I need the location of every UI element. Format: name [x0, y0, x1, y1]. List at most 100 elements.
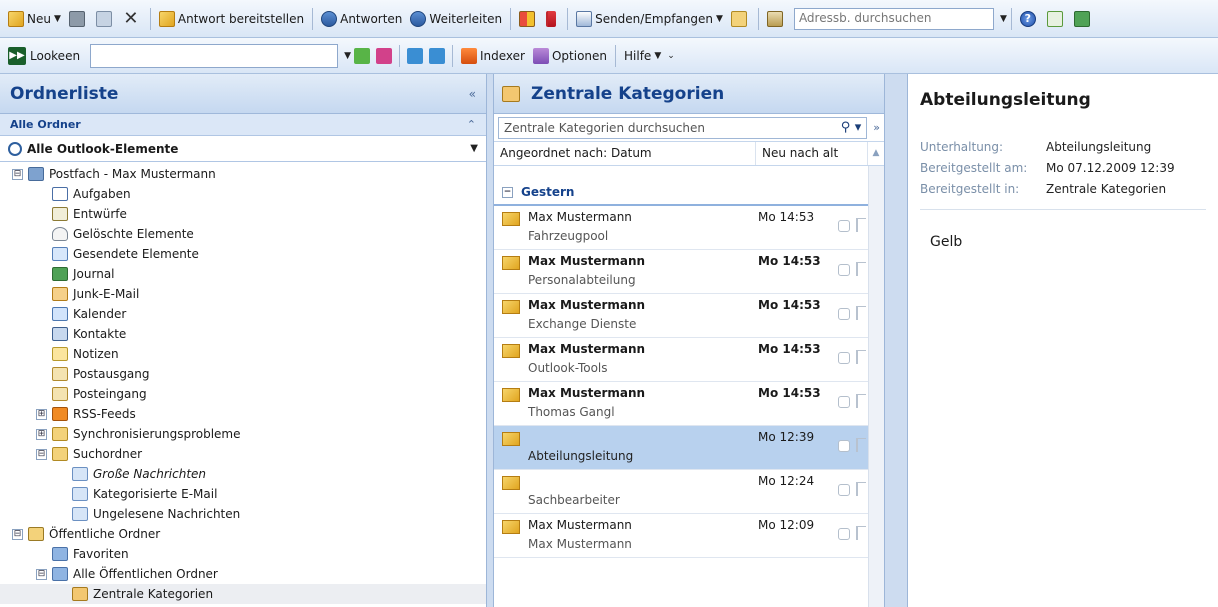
tree-item-sent[interactable]: Gesendete Elemente [0, 244, 486, 264]
address-book-button[interactable] [763, 6, 790, 32]
tree-item-categorized[interactable]: Kategorisierte E-Mail [0, 484, 486, 504]
message-row[interactable]: Max Mustermann Personalabteilung Mo 14:5… [494, 250, 868, 294]
tree-item-contacts[interactable]: Kontakte [0, 324, 486, 344]
folder-search-input[interactable]: Zentrale Kategorien durchsuchen ⚲ ▾ [498, 116, 868, 139]
vertical-scrollbar[interactable]: ▲ [868, 148, 884, 607]
message-row[interactable]: Sachbearbeiter Mo 12:24 [494, 470, 868, 514]
expand-toggle-icon[interactable]: ⊞ [36, 408, 47, 420]
delete-button[interactable]: ✕ [119, 6, 146, 32]
chevron-down-icon[interactable]: ▼ [1000, 14, 1007, 24]
search-icon[interactable]: ⚲ ▾ [841, 120, 862, 135]
notes-button[interactable] [1070, 6, 1097, 32]
flag-icon[interactable] [856, 394, 866, 408]
tree-item-favorites[interactable]: Favoriten [0, 544, 486, 564]
address-search-input[interactable]: Adressb. durchsuchen [793, 7, 994, 30]
collapse-pane-icon[interactable]: « [469, 87, 476, 101]
flag-icon[interactable] [856, 306, 866, 320]
tree-item-journal[interactable]: Journal [0, 264, 486, 284]
toolbar-separator [615, 44, 617, 67]
chevron-down-icon[interactable]: ▼ [54, 14, 61, 24]
tree-item-all-public-folders[interactable]: ⊟ Alle Öffentlichen Ordner [0, 564, 486, 584]
message-list: − Gestern Max Mustermann Fahrzeugpool Mo… [494, 166, 868, 607]
flag-icon[interactable] [856, 526, 866, 540]
collapse-toggle-icon[interactable]: ⊟ [12, 528, 23, 540]
tree-item-large-messages[interactable]: Große Nachrichten [0, 464, 486, 484]
options-button[interactable]: Optionen [529, 43, 611, 69]
lookeen-button[interactable]: ▶▶ Lookeen [4, 43, 84, 69]
category-icon[interactable] [838, 220, 850, 232]
group-header-yesterday[interactable]: − Gestern [494, 180, 868, 206]
tree-item-tasks[interactable]: Aufgaben [0, 184, 486, 204]
collapse-toggle-icon[interactable]: ⊟ [36, 448, 47, 460]
calendar-seven-icon[interactable] [428, 47, 445, 64]
collapse-toggle-icon[interactable]: − [502, 186, 513, 198]
message-row-selected[interactable]: Abteilungsleitung Mo 12:39 [494, 426, 868, 470]
calendar-one-icon[interactable] [406, 47, 423, 64]
tree-item-inbox[interactable]: Posteingang [0, 384, 486, 404]
tree-item-rss[interactable]: ⊞ RSS-Feeds [0, 404, 486, 424]
message-subject: Fahrzeugpool [528, 229, 609, 243]
categorize-button[interactable] [515, 6, 542, 32]
tree-item-outbox[interactable]: Postausgang [0, 364, 486, 384]
reply-button[interactable]: Antworten [317, 6, 406, 32]
chevron-down-icon[interactable]: ▼ [470, 143, 478, 154]
all-outlook-items-selector[interactable]: Alle Outlook-Elemente ▼ [0, 136, 486, 162]
open-folder-button[interactable] [727, 6, 754, 32]
tree-item-sync-issues[interactable]: ⊞ Synchronisierungsprobleme [0, 424, 486, 444]
flag-icon[interactable] [856, 438, 866, 452]
category-icon[interactable] [838, 308, 850, 320]
print-button[interactable] [65, 6, 92, 32]
send-receive-button[interactable]: Senden/Empfangen ▼ [572, 6, 727, 32]
pane-splitter[interactable] [885, 74, 907, 607]
new-button[interactable]: Neu ▼ [4, 6, 65, 32]
flag-icon[interactable] [856, 350, 866, 364]
tree-item-calendar[interactable]: Kalender [0, 304, 486, 324]
flag-icon[interactable] [856, 218, 866, 232]
tree-item-drafts[interactable]: Entwürfe [0, 204, 486, 224]
chevron-down-icon[interactable]: ▼ [716, 14, 723, 24]
category-icon[interactable] [838, 396, 850, 408]
tree-item-mailbox[interactable]: ⊟ Postfach - Max Mustermann [0, 164, 486, 184]
tree-item-deleted[interactable]: Gelöschte Elemente [0, 224, 486, 244]
tree-item-public-folders[interactable]: ⊟ Öffentliche Ordner [0, 524, 486, 544]
category-icon[interactable] [838, 484, 850, 496]
expand-toggle-icon[interactable]: ⊞ [36, 428, 47, 440]
follow-up-button[interactable] [542, 6, 563, 32]
chevron-down-icon[interactable]: ▼ [344, 51, 351, 61]
forward-button[interactable]: Weiterleiten [406, 6, 506, 32]
category-icon[interactable] [838, 352, 850, 364]
indexer-button[interactable]: Indexer [457, 43, 529, 69]
message-row[interactable]: Max Mustermann Fahrzeugpool Mo 14:53 [494, 206, 868, 250]
message-row[interactable]: Max Mustermann Thomas Gangl Mo 14:53 [494, 382, 868, 426]
collapse-icon[interactable]: ⌃ [467, 118, 476, 131]
all-folders-header[interactable]: Alle Ordner ⌃ [0, 114, 486, 136]
toolbar-overflow-icon[interactable]: ⌄ [667, 51, 675, 61]
message-row[interactable]: Max Mustermann Max Mustermann Mo 12:09 [494, 514, 868, 558]
tree-item-junk[interactable]: Junk-E-Mail [0, 284, 486, 304]
sort-order-header[interactable]: Neu nach alt [756, 142, 868, 165]
category-icon[interactable] [838, 440, 850, 452]
tree-item-unread[interactable]: Ungelesene Nachrichten [0, 504, 486, 524]
green-tag-icon[interactable] [353, 47, 370, 64]
expand-query-icon[interactable]: » [873, 121, 880, 134]
lookeen-search-input[interactable] [90, 43, 339, 68]
tree-item-search-folders[interactable]: ⊟ Suchordner [0, 444, 486, 464]
category-icon[interactable] [838, 528, 850, 540]
category-icon[interactable] [838, 264, 850, 276]
flag-icon[interactable] [856, 482, 866, 496]
scroll-up-icon[interactable]: ▲ [868, 148, 884, 164]
collapse-toggle-icon[interactable]: ⊟ [12, 168, 23, 180]
post-reply-button[interactable]: Antwort bereitstellen [155, 6, 308, 32]
move-button[interactable] [92, 6, 119, 32]
collapse-toggle-icon[interactable]: ⊟ [36, 568, 47, 580]
org-button[interactable] [1043, 6, 1070, 32]
message-row[interactable]: Max Mustermann Exchange Dienste Mo 14:53 [494, 294, 868, 338]
message-row[interactable]: Max Mustermann Outlook-Tools Mo 14:53 [494, 338, 868, 382]
tree-item-notes[interactable]: Notizen [0, 344, 486, 364]
help-button[interactable]: ? [1016, 6, 1043, 32]
arrange-by-header[interactable]: Angeordnet nach: Datum [494, 142, 756, 165]
tree-item-central-categories[interactable]: Zentrale Kategorien [0, 584, 486, 604]
pink-tag-icon[interactable] [375, 47, 392, 64]
flag-icon[interactable] [856, 262, 866, 276]
help-menu-button[interactable]: Hilfe ▼ [620, 43, 665, 69]
